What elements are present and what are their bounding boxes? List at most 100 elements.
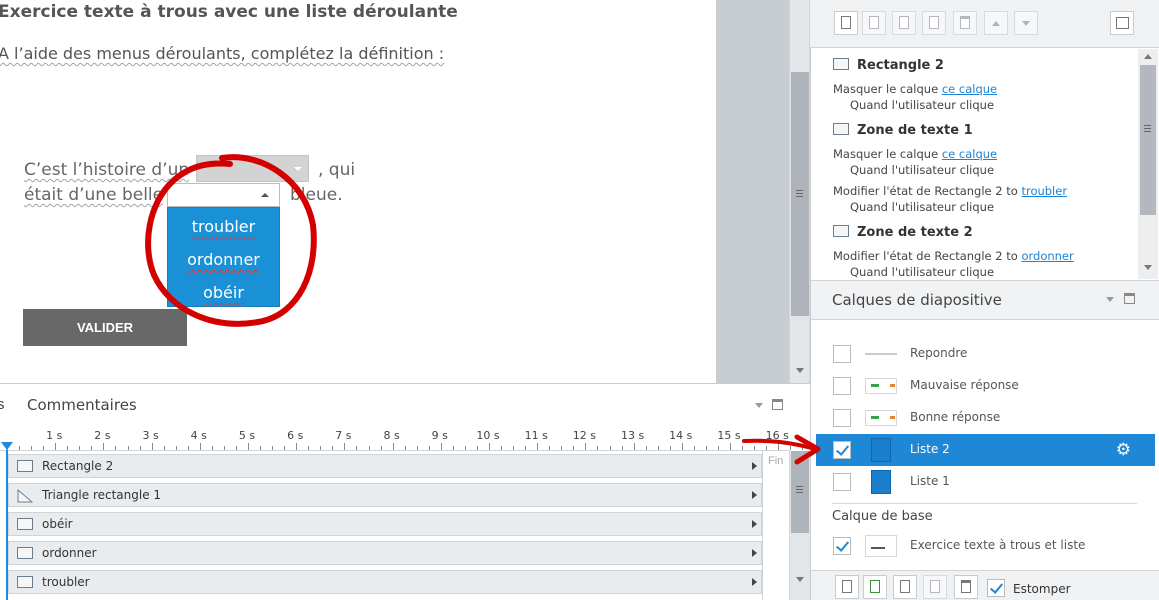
trigger-link[interactable]: troubler (1021, 184, 1067, 198)
vertical-scrollbar[interactable] (789, 0, 810, 383)
tab-comments[interactable]: Commentaires (27, 396, 137, 414)
panel-menu-icon[interactable] (1106, 297, 1114, 302)
delete-trigger-button[interactable] (953, 11, 977, 35)
restore-panel-icon[interactable] (772, 399, 783, 410)
dropdown-2-open[interactable] (167, 183, 280, 207)
trigger-action[interactable]: Modifier l'état de Rectangle 2 to troubl… (833, 184, 1067, 198)
paste-layer-button[interactable] (923, 575, 947, 599)
layer-row-base[interactable]: Exercice texte à trous et liste (816, 530, 1155, 562)
move-up-button[interactable] (984, 11, 1008, 35)
dropdown-option[interactable]: ordonner (168, 243, 279, 276)
layer-checkbox[interactable] (833, 409, 851, 427)
scrollbar-thumb[interactable] (791, 451, 809, 533)
layer-checkbox[interactable] (833, 537, 851, 555)
ruler-minor-tick (501, 446, 503, 450)
layer-checkbox[interactable] (833, 377, 851, 395)
valider-button[interactable]: VALIDER (23, 309, 187, 346)
timeline-scrollbar[interactable] (789, 451, 810, 600)
trigger-group-title[interactable]: Rectangle 2 (857, 58, 944, 73)
restore-panel-icon[interactable] (1124, 293, 1135, 304)
ruler-minor-tick (31, 446, 33, 450)
scrollbar-thumb[interactable] (791, 72, 809, 316)
timeline-track-row[interactable]: Triangle rectangle 1 (8, 483, 762, 507)
trigger-group-title[interactable]: Zone de texte 2 (857, 225, 973, 240)
move-down-button[interactable] (1014, 11, 1038, 35)
scroll-down-icon[interactable] (796, 368, 804, 373)
timeline-track-row[interactable]: Rectangle 2 (8, 454, 762, 478)
scrollbar-thumb[interactable] (1140, 65, 1156, 215)
timeline-track-row[interactable]: obéir (8, 512, 762, 536)
paste-trigger-button[interactable] (922, 11, 946, 35)
trigger-action[interactable]: Masquer le calque ce calque (833, 82, 997, 96)
new-trigger-button[interactable] (834, 11, 858, 35)
scroll-up-icon[interactable] (1144, 54, 1152, 59)
layer-row-liste-1[interactable]: Liste 1 (816, 466, 1155, 498)
expand-arrow-icon[interactable] (752, 491, 757, 499)
layer-checkbox[interactable] (833, 473, 851, 491)
panel-menu-icon[interactable] (755, 403, 763, 408)
layer-thumbnail (865, 535, 897, 557)
edit-icon (869, 16, 879, 29)
ruler-tick (55, 443, 57, 450)
duplicate-layer-button[interactable] (863, 575, 887, 599)
playhead-icon[interactable] (1, 442, 13, 450)
layer-row-bonne-reponse[interactable]: Bonne réponse (816, 402, 1155, 434)
ruler-minor-tick (272, 446, 274, 450)
layer-label: Repondre (910, 346, 968, 360)
ruler-minor-tick (561, 446, 563, 450)
ruler-minor-tick (175, 446, 177, 450)
estomper-checkbox[interactable] (987, 579, 1005, 597)
layer-row-liste-2[interactable]: Liste 2 ⚙ (816, 434, 1155, 466)
gear-icon[interactable]: ⚙ (1116, 440, 1131, 460)
timeline-end-label: Fin (768, 455, 784, 467)
timeline-track-row[interactable]: troubler (8, 570, 762, 594)
track-label: Rectangle 2 (42, 459, 114, 473)
scroll-down-icon[interactable] (796, 577, 804, 582)
scroll-down-icon[interactable] (1144, 265, 1152, 270)
dropdown-option[interactable]: troubler (168, 210, 279, 243)
layer-checkbox[interactable] (833, 441, 851, 459)
edit-trigger-button[interactable] (862, 11, 886, 35)
copy-trigger-button[interactable] (892, 11, 916, 35)
trigger-link[interactable]: ordonner (1021, 249, 1073, 263)
expand-arrow-icon[interactable] (752, 520, 757, 528)
new-layer-button[interactable] (835, 575, 859, 599)
trigger-action[interactable]: Masquer le calque ce calque (833, 147, 997, 161)
layer-row-repondre[interactable]: Repondre (816, 338, 1155, 370)
layers-toolbar (811, 570, 1159, 600)
trigger-group-title[interactable]: Zone de texte 1 (857, 123, 973, 138)
dropdown-option[interactable]: obéir (168, 276, 279, 309)
trigger-link[interactable]: ce calque (942, 82, 997, 96)
ruler-minor-tick (621, 446, 623, 450)
ruler-tick (248, 443, 249, 450)
trigger-link[interactable]: ce calque (942, 147, 997, 161)
ruler-tick (489, 443, 490, 450)
timeline-track-row[interactable]: ordonner (8, 541, 762, 565)
triggers-scrollbar[interactable] (1138, 49, 1158, 279)
estomper-label: Estomper (1013, 582, 1071, 596)
ruler-tick (537, 443, 539, 450)
ruler-tick-label: 5 s (238, 429, 256, 442)
dropdown-1-closed[interactable] (196, 155, 309, 182)
ruler-minor-tick (802, 446, 804, 450)
copy-layer-button[interactable] (893, 575, 917, 599)
delete-layer-button[interactable] (954, 575, 978, 599)
trigger-action[interactable]: Modifier l'état de Rectangle 2 to ordonn… (833, 249, 1074, 263)
layer-checkbox[interactable] (833, 345, 851, 363)
ruler-tick (344, 443, 346, 450)
expand-arrow-icon[interactable] (752, 549, 757, 557)
text-box-icon (17, 518, 33, 530)
paste-icon (930, 580, 940, 593)
slide-canvas[interactable]: Exercice texte à trous avec une liste dé… (0, 0, 716, 383)
tab-timeline[interactable]: s (0, 396, 5, 413)
timeline-ruler[interactable]: 1 s 2 s 3 s 4 s 5 s 6 s 7 s 8 s 9 s 10 s 11 s 12 s 1… (0, 424, 816, 451)
trigger-panel-options-button[interactable] (1110, 11, 1134, 35)
ruler-minor-tick (139, 446, 141, 450)
ruler-minor-tick (645, 446, 647, 450)
ruler-minor-tick (657, 446, 659, 450)
ruler-minor-tick (525, 446, 527, 450)
expand-arrow-icon[interactable] (752, 462, 757, 470)
ruler-minor-tick (356, 446, 358, 450)
layer-row-mauvaise-reponse[interactable]: Mauvaise réponse (816, 370, 1155, 402)
expand-arrow-icon[interactable] (752, 578, 757, 586)
